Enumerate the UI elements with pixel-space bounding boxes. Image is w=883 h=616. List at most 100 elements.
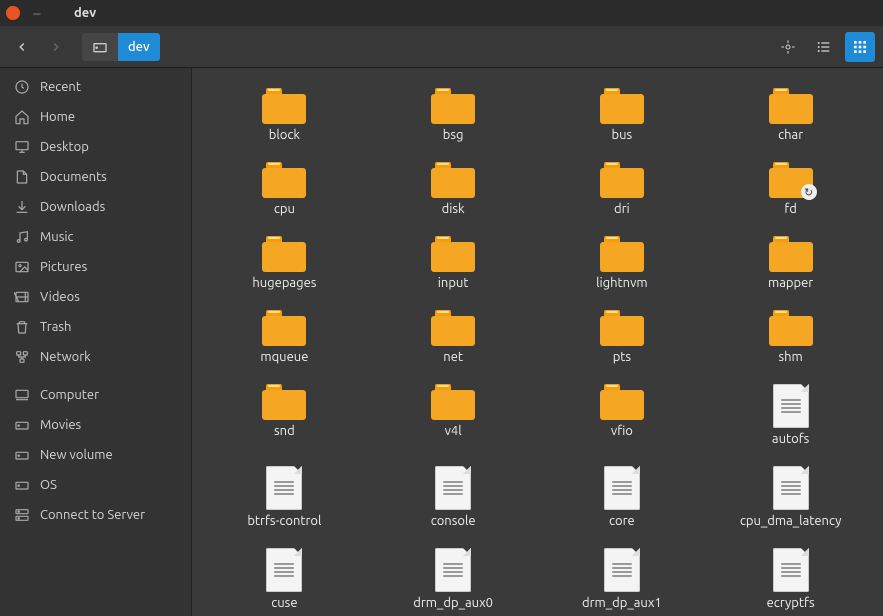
sidebar-item-label: Recent	[40, 80, 81, 94]
file-item[interactable]: console	[369, 462, 538, 532]
file-item[interactable]: ecryptfs	[706, 544, 875, 614]
file-label: char	[778, 128, 803, 142]
document-icon	[14, 169, 30, 185]
titlebar: – dev	[0, 0, 883, 26]
file-item[interactable]: cpu_dma_latency	[706, 462, 875, 532]
file-item[interactable]: autofs	[706, 380, 875, 450]
file-item[interactable]: drm_dp_aux0	[369, 544, 538, 614]
file-item[interactable]: char	[706, 84, 875, 146]
file-label: autofs	[772, 432, 809, 446]
file-item[interactable]: block	[200, 84, 369, 146]
file-item[interactable]: pts	[538, 306, 707, 368]
computer-icon	[14, 387, 30, 403]
back-button[interactable]	[8, 33, 36, 61]
folder-icon	[431, 88, 475, 124]
file-icon	[266, 548, 302, 592]
location-button[interactable]	[773, 32, 803, 62]
window-close-button[interactable]	[6, 6, 20, 20]
forward-button[interactable]	[42, 33, 70, 61]
sidebar-item-computer[interactable]: Computer	[0, 380, 191, 410]
sidebar-item-connect-to-server[interactable]: Connect to Server	[0, 500, 191, 530]
file-item[interactable]: v4l	[369, 380, 538, 450]
file-item[interactable]: mqueue	[200, 306, 369, 368]
file-item[interactable]: input	[369, 232, 538, 294]
file-label: fd	[784, 202, 797, 216]
file-label: drm_dp_aux0	[413, 596, 493, 610]
sidebar-item-label: Documents	[40, 170, 107, 184]
sidebar-item-network[interactable]: Network	[0, 342, 191, 372]
file-item[interactable]: mapper	[706, 232, 875, 294]
folder-icon	[431, 384, 475, 420]
sidebar-item-label: Computer	[40, 388, 99, 402]
file-pane[interactable]: block bsgbus char cpu disk dri ↻ fd hugepagesinp…	[192, 68, 883, 616]
sidebar-item-desktop[interactable]: Desktop	[0, 132, 191, 162]
pictures-icon	[14, 259, 30, 275]
sidebar-item-label: Videos	[40, 290, 80, 304]
sidebar-item-label: Trash	[40, 320, 71, 334]
path-segment-root[interactable]	[82, 33, 118, 61]
file-label: disk	[442, 202, 465, 216]
file-label: block	[269, 128, 300, 142]
videos-icon	[14, 289, 30, 305]
file-item[interactable]: dri	[538, 158, 707, 220]
sidebar-item-label: Downloads	[40, 200, 105, 214]
grid-view-button[interactable]	[845, 32, 875, 62]
path-segment-current[interactable]: dev	[118, 33, 160, 61]
file-item[interactable]: cuse	[200, 544, 369, 614]
list-view-button[interactable]	[809, 32, 839, 62]
sidebar-item-pictures[interactable]: Pictures	[0, 252, 191, 282]
file-item[interactable]: core	[538, 462, 707, 532]
sidebar-item-downloads[interactable]: Downloads	[0, 192, 191, 222]
folder-icon	[262, 310, 306, 346]
window-minimize-button[interactable]: –	[30, 6, 44, 20]
sidebar-item-videos[interactable]: Videos	[0, 282, 191, 312]
file-item[interactable]: disk	[369, 158, 538, 220]
file-item[interactable]: drm_dp_aux1	[538, 544, 707, 614]
file-item[interactable]: cpu	[200, 158, 369, 220]
folder-icon	[600, 162, 644, 198]
sidebar-item-label: Pictures	[40, 260, 87, 274]
file-label: vfio	[611, 424, 633, 438]
sidebar-item-new-volume[interactable]: New volume	[0, 440, 191, 470]
sidebar-item-recent[interactable]: Recent	[0, 72, 191, 102]
folder-icon: ↻	[769, 162, 813, 198]
file-item[interactable]: ↻ fd	[706, 158, 875, 220]
file-label: shm	[778, 350, 802, 364]
file-label: v4l	[445, 424, 462, 438]
sidebar-item-label: Home	[40, 110, 75, 124]
sidebar-item-trash[interactable]: Trash	[0, 312, 191, 342]
file-item[interactable]: hugepages	[200, 232, 369, 294]
list-icon	[816, 39, 832, 55]
chevron-left-icon	[15, 40, 29, 54]
sidebar-item-movies[interactable]: Movies	[0, 410, 191, 440]
folder-icon	[431, 236, 475, 272]
symlink-badge-icon: ↻	[801, 184, 817, 200]
folder-icon	[769, 310, 813, 346]
sidebar-item-home[interactable]: Home	[0, 102, 191, 132]
sidebar-item-os[interactable]: OS	[0, 470, 191, 500]
file-icon	[773, 384, 809, 428]
file-item[interactable]: bsg	[369, 84, 538, 146]
sidebar-item-label: Connect to Server	[40, 508, 145, 522]
file-item[interactable]: btrfs-control	[200, 462, 369, 532]
folder-icon	[600, 384, 644, 420]
file-item[interactable]: vfio	[538, 380, 707, 450]
path-bar: dev	[82, 33, 160, 61]
desktop-icon	[14, 139, 30, 155]
sidebar-item-documents[interactable]: Documents	[0, 162, 191, 192]
drive-icon	[14, 447, 30, 463]
file-item[interactable]: lightnvm	[538, 232, 707, 294]
file-icon	[604, 466, 640, 510]
file-item[interactable]: bus	[538, 84, 707, 146]
file-label: cuse	[271, 596, 297, 610]
file-icon	[435, 466, 471, 510]
file-item[interactable]: snd	[200, 380, 369, 450]
file-label: pts	[613, 350, 631, 364]
sidebar-item-label: Music	[40, 230, 74, 244]
file-icon	[604, 548, 640, 592]
file-label: drm_dp_aux1	[582, 596, 662, 610]
sidebar-item-music[interactable]: Music	[0, 222, 191, 252]
trash-icon	[14, 319, 30, 335]
file-item[interactable]: shm	[706, 306, 875, 368]
file-item[interactable]: net	[369, 306, 538, 368]
